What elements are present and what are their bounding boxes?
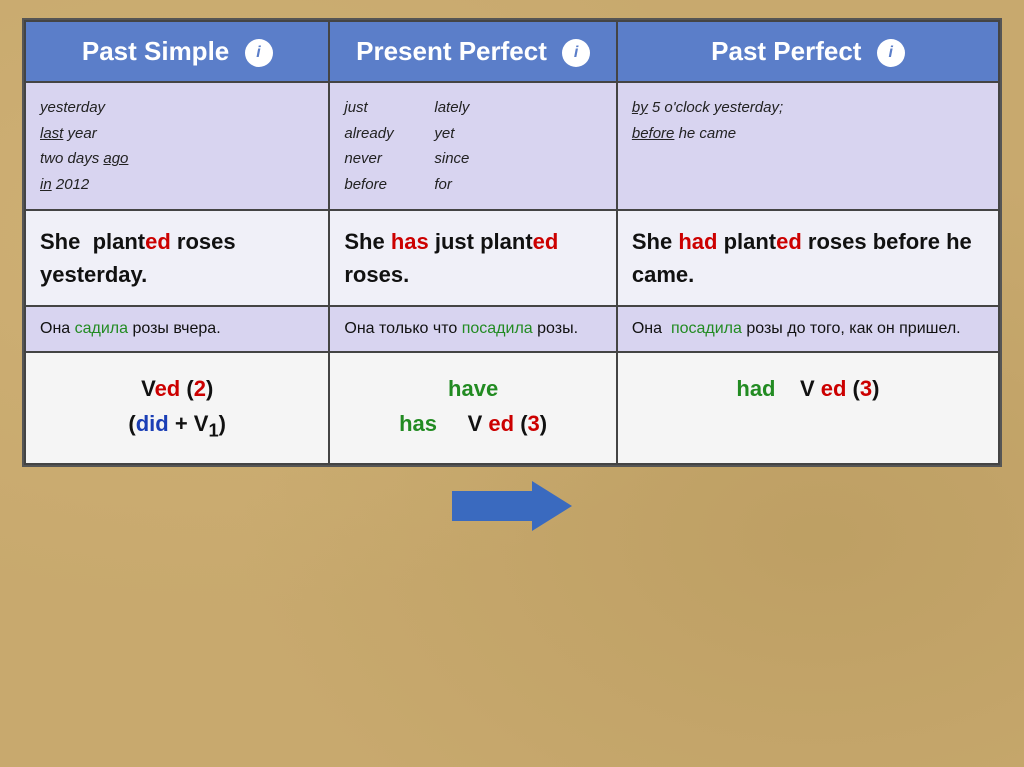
english-sentence-row: She planted roses yesterday. She has jus… (25, 210, 999, 306)
formula-red-ed-1: ed (155, 376, 181, 401)
formula-num-3a: 3 (528, 411, 540, 436)
formula-green-has: has (399, 411, 437, 436)
formula-green-had: had (736, 376, 775, 401)
info-icon-1[interactable]: i (245, 39, 273, 67)
formula-past-simple: Ved (2) (did + V1) (25, 352, 329, 464)
green-sadila: садила (75, 320, 128, 337)
rus-past-simple: Она садила розы вчера. (25, 306, 329, 352)
info-icon-3[interactable]: i (877, 39, 905, 67)
russian-row: Она садила розы вчера. Она только что по… (25, 306, 999, 352)
rus-present-perfect: Она только что посадила розы. (329, 306, 616, 352)
signal-past-perfect: by 5 o'clock yesterday; before he came (617, 82, 999, 210)
formula-red-ed-2: ed (488, 411, 514, 436)
main-table: Past Simple i Present Perfect i Past Per… (22, 18, 1002, 467)
formula-red-ed-3: ed (821, 376, 847, 401)
formula-row: Ved (2) (did + V1) have has V ed (3) had… (25, 352, 999, 464)
header-past-perfect: Past Perfect i (617, 21, 999, 82)
eng-past-perfect: She had planted roses before he came. (617, 210, 999, 306)
green-posadila-1: посадила (462, 320, 533, 337)
info-icon-2[interactable]: i (562, 39, 590, 67)
signal-words-row: yesterday last year two days ago in 2012… (25, 82, 999, 210)
formula-green-have: have (448, 376, 498, 401)
red-had: had (678, 229, 717, 254)
formula-past-perfect: had V ed (3) (617, 352, 999, 464)
formula-num-2: 2 (194, 376, 206, 401)
red-ed-2: ed (533, 229, 559, 254)
rus-past-perfect: Она посадила розы до того, как он пришел… (617, 306, 999, 352)
eng-past-simple: She planted roses yesterday. (25, 210, 329, 306)
green-posadila-2: посадила (671, 320, 742, 337)
right-arrow-icon (452, 481, 572, 531)
arrow-container (452, 481, 572, 531)
red-has: has (391, 229, 429, 254)
formula-present-perfect: have has V ed (3) (329, 352, 616, 464)
header-present-perfect: Present Perfect i (329, 21, 616, 82)
eng-present-perfect: She has just planted roses. (329, 210, 616, 306)
header-row: Past Simple i Present Perfect i Past Per… (25, 21, 999, 82)
red-ed-1: ed (145, 229, 171, 254)
signal-past-simple: yesterday last year two days ago in 2012 (25, 82, 329, 210)
formula-num-3b: 3 (860, 376, 872, 401)
header-past-simple: Past Simple i (25, 21, 329, 82)
signal-present-perfect: just already never before lately yet sin… (329, 82, 616, 210)
formula-blue-did: did (136, 411, 169, 436)
red-ed-3: ed (776, 229, 802, 254)
